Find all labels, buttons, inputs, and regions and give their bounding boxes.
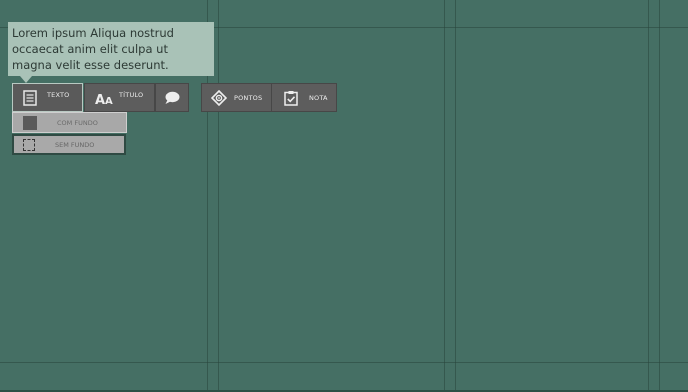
com-fundo-label: COM FUNDO xyxy=(57,118,98,127)
guide-line-horizontal xyxy=(0,362,688,363)
guide-line-vertical xyxy=(455,0,456,392)
guide-line-vertical xyxy=(648,0,649,392)
tooltip-arrow xyxy=(20,76,32,83)
font-size-icon: A A xyxy=(94,91,116,105)
nota-button[interactable]: NOTA xyxy=(271,83,337,112)
titulo-button-label: TÍTULO xyxy=(119,90,144,99)
com-fundo-option[interactable]: COM FUNDO xyxy=(12,112,127,133)
hotspot-target-icon xyxy=(210,89,228,106)
document-lines-icon xyxy=(21,89,39,107)
speech-bubble-icon xyxy=(164,91,180,105)
sem-fundo-label: SEM FUNDO xyxy=(55,140,95,149)
texto-button[interactable]: TEXTO xyxy=(12,83,83,112)
filled-square-icon xyxy=(23,115,37,130)
comment-button[interactable] xyxy=(155,83,189,112)
pontos-button-label: PONTOS xyxy=(234,93,263,102)
dashed-square-icon xyxy=(23,138,35,151)
svg-text:A: A xyxy=(95,93,105,105)
clipboard-check-icon xyxy=(282,90,300,106)
texto-button-label: TEXTO xyxy=(47,90,70,99)
text-tooltip[interactable]: Lorem ipsum Aliqua nostrud occaecat anim… xyxy=(8,22,214,76)
pontos-button[interactable]: PONTOS xyxy=(201,83,272,112)
guide-line-vertical xyxy=(218,0,219,392)
svg-text:A: A xyxy=(105,96,113,105)
nota-button-label: NOTA xyxy=(309,93,328,102)
guide-line-vertical xyxy=(659,0,660,392)
guide-line-vertical xyxy=(444,0,445,392)
sem-fundo-option[interactable]: SEM FUNDO xyxy=(12,134,126,155)
titulo-button[interactable]: A A TÍTULO xyxy=(84,83,155,112)
